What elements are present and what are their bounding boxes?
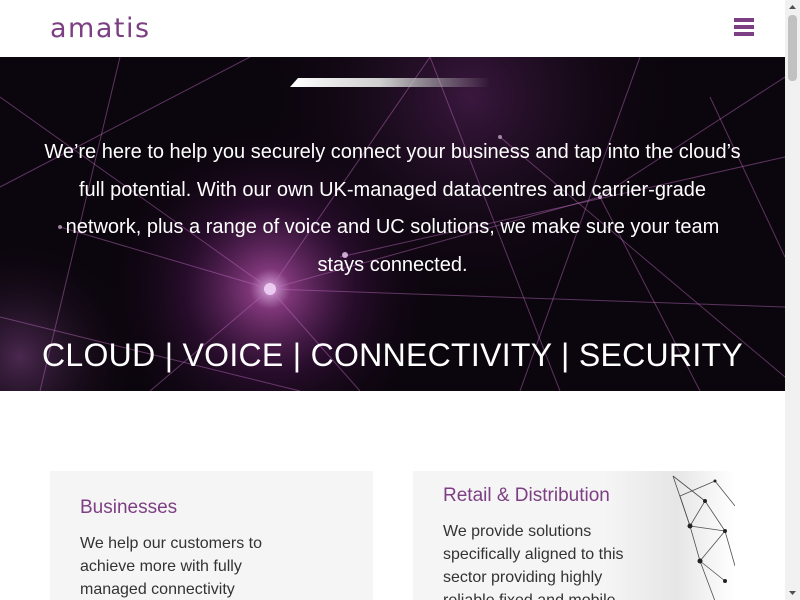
card-text: We provide solutions specifically aligne… [443, 523, 624, 600]
amatis-logo[interactable]: amatis [50, 14, 151, 44]
card-title[interactable]: Businesses [80, 496, 177, 520]
hamburger-menu-icon[interactable] [734, 18, 754, 38]
page: amatis We’re here to help you securely c… [0, 0, 785, 600]
hero-banner: We’re here to help you securely connect … [0, 57, 785, 391]
hero-accent-bar [290, 78, 490, 87]
page-scrollbar[interactable] [785, 0, 800, 600]
scroll-down-arrow-icon[interactable] [785, 585, 800, 600]
card-retail-distribution[interactable]: Retail & Distribution We provide solutio… [413, 471, 735, 600]
card-text: We help our customers to achieve more wi… [80, 535, 263, 598]
hero-tagline: CLOUD | VOICE | CONNECTIVITY | SECURITY [41, 337, 744, 373]
site-header: amatis [0, 0, 785, 57]
card-businesses[interactable]: Businesses We help our customers to achi… [50, 471, 373, 600]
scroll-up-arrow-icon[interactable] [785, 0, 800, 15]
card-title[interactable]: Retail & Distribution [443, 484, 610, 508]
hero-intro-text: We’re here to help you securely connect … [44, 141, 741, 276]
scroll-thumb[interactable] [788, 15, 797, 81]
